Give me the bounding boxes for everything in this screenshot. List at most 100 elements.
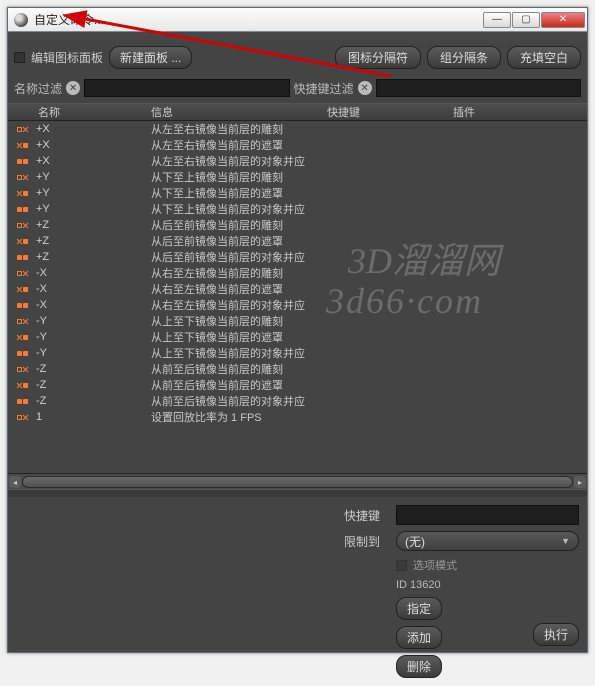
row-name: +Y [36, 171, 151, 183]
row-name: -X [36, 299, 151, 311]
name-filter-label: 名称过滤 [14, 80, 62, 97]
command-table[interactable]: +X从左至右镜像当前层的雕刻+X从左至右镜像当前层的遮罩+X从左至右镜像当前层的… [8, 121, 587, 473]
table-header: 名称 信息 快捷键 插件 [8, 103, 587, 121]
row-icon [8, 250, 36, 264]
table-row[interactable]: -Y从上至下镜像当前层的遮罩 [8, 329, 587, 345]
row-icon [8, 266, 36, 280]
row-name: -Y [36, 347, 151, 359]
row-icon [8, 234, 36, 248]
edit-palette-checkbox[interactable] [14, 52, 25, 63]
row-name: +Z [36, 251, 151, 263]
assign-button[interactable]: 指定 [396, 597, 442, 620]
detail-shortcut-label: 快捷键 [344, 507, 388, 524]
detail-restrict-label: 限制到 [344, 533, 388, 550]
row-icon [8, 362, 36, 376]
grip-bar[interactable] [8, 32, 587, 42]
row-info: 从上至下镜像当前层的雕刻 [151, 313, 327, 329]
table-row[interactable]: 1设置回放比率为 1 FPS [8, 409, 587, 425]
row-info: 从下至上镜像当前层的雕刻 [151, 169, 327, 185]
shortcut-filter-input[interactable] [376, 79, 581, 97]
row-icon [8, 346, 36, 360]
restrict-dropdown[interactable]: (无) ▼ [396, 531, 579, 551]
row-icon [8, 330, 36, 344]
table-row[interactable]: +Y从下至上镜像当前层的雕刻 [8, 169, 587, 185]
table-row[interactable]: +Z从后至前镜像当前层的遮罩 [8, 233, 587, 249]
name-filter-input[interactable] [84, 79, 289, 97]
add-button[interactable]: 添加 [396, 626, 442, 649]
table-row[interactable]: +Z从后至前镜像当前层的对象并应 [8, 249, 587, 265]
table-row[interactable]: +X从左至右镜像当前层的雕刻 [8, 121, 587, 137]
table-row[interactable]: -Z从前至后镜像当前层的遮罩 [8, 377, 587, 393]
row-info: 从前至后镜像当前层的遮罩 [151, 377, 327, 393]
row-icon [8, 154, 36, 168]
table-row[interactable]: -X从右至左镜像当前层的雕刻 [8, 265, 587, 281]
table-row[interactable]: +X从左至右镜像当前层的遮罩 [8, 137, 587, 153]
scroll-left-icon[interactable]: ◂ [9, 476, 21, 488]
row-icon [8, 282, 36, 296]
row-name: -Y [36, 331, 151, 343]
row-icon [8, 170, 36, 184]
row-info: 从左至右镜像当前层的对象并应 [151, 153, 327, 169]
close-button[interactable]: ✕ [541, 12, 585, 28]
row-icon [8, 378, 36, 392]
row-icon [8, 314, 36, 328]
table-row[interactable]: +Y从下至上镜像当前层的遮罩 [8, 185, 587, 201]
shortcut-filter-label: 快捷键过滤 [294, 80, 354, 97]
row-icon [8, 394, 36, 408]
row-name: +Z [36, 235, 151, 247]
fill-blank-button[interactable]: 充填空白 [507, 46, 581, 69]
row-info: 从左至右镜像当前层的遮罩 [151, 137, 327, 153]
chevron-down-icon: ▼ [561, 536, 570, 546]
row-name: +X [36, 155, 151, 167]
row-info: 从后至前镜像当前层的雕刻 [151, 217, 327, 233]
table-row[interactable]: -X从右至左镜像当前层的对象并应 [8, 297, 587, 313]
row-info: 从下至上镜像当前层的对象并应 [151, 201, 327, 217]
row-name: +Y [36, 203, 151, 215]
row-info: 从后至前镜像当前层的遮罩 [151, 233, 327, 249]
name-filter-clear-icon[interactable]: ✕ [66, 81, 80, 95]
row-icon [8, 122, 36, 136]
filter-row: 名称过滤 ✕ 快捷键过滤 ✕ [8, 73, 587, 103]
h-scrollbar[interactable]: ◂ ▸ [8, 473, 587, 489]
col-header-shortcut[interactable]: 快捷键 [327, 104, 453, 120]
row-name: +Y [36, 187, 151, 199]
col-header-info[interactable]: 信息 [151, 104, 327, 120]
row-name: +Z [36, 219, 151, 231]
row-info: 从前至后镜像当前层的对象并应 [151, 393, 327, 409]
minimize-button[interactable]: — [483, 12, 511, 28]
row-name: +X [36, 123, 151, 135]
detail-panel: 快捷键 限制到 (无) ▼ 选项模式 ID 13620 指定 添加 删除 [8, 497, 587, 686]
col-header-plugin[interactable]: 插件 [453, 104, 587, 120]
row-info: 从前至后镜像当前层的雕刻 [151, 361, 327, 377]
icon-separator-button[interactable]: 图标分隔符 [335, 46, 421, 69]
new-panel-button[interactable]: 新建面板 ... [109, 46, 192, 69]
table-row[interactable]: -X从右至左镜像当前层的遮罩 [8, 281, 587, 297]
scroll-thumb[interactable] [22, 476, 573, 488]
row-name: -Z [36, 395, 151, 407]
row-info: 从后至前镜像当前层的对象并应 [151, 249, 327, 265]
titlebar[interactable]: 自定义命令... — ▢ ✕ [8, 8, 587, 32]
maximize-button[interactable]: ▢ [512, 12, 540, 28]
table-row[interactable]: -Y从上至下镜像当前层的对象并应 [8, 345, 587, 361]
delete-button[interactable]: 删除 [396, 655, 442, 678]
table-row[interactable]: -Z从前至后镜像当前层的对象并应 [8, 393, 587, 409]
table-row[interactable]: +Z从后至前镜像当前层的雕刻 [8, 217, 587, 233]
detail-shortcut-input[interactable] [396, 505, 579, 525]
row-icon [8, 202, 36, 216]
row-info: 从下至上镜像当前层的遮罩 [151, 185, 327, 201]
option-mode-checkbox[interactable] [396, 560, 407, 571]
restrict-dropdown-value: (无) [405, 533, 425, 550]
row-icon [8, 298, 36, 312]
row-info: 从上至下镜像当前层的对象并应 [151, 345, 327, 361]
execute-button[interactable]: 执行 [533, 623, 579, 646]
table-row[interactable]: -Z从前至后镜像当前层的雕刻 [8, 361, 587, 377]
table-row[interactable]: +X从左至右镜像当前层的对象并应 [8, 153, 587, 169]
shortcut-filter-clear-icon[interactable]: ✕ [358, 81, 372, 95]
toolbar: 编辑图标面板 新建面板 ... 图标分隔符 组分隔条 充填空白 [8, 42, 587, 73]
table-row[interactable]: -Y从上至下镜像当前层的雕刻 [8, 313, 587, 329]
scroll-right-icon[interactable]: ▸ [574, 476, 586, 488]
col-header-name[interactable]: 名称 [8, 104, 151, 120]
group-separator-button[interactable]: 组分隔条 [427, 46, 501, 69]
table-row[interactable]: +Y从下至上镜像当前层的对象并应 [8, 201, 587, 217]
row-name: 1 [36, 411, 151, 423]
